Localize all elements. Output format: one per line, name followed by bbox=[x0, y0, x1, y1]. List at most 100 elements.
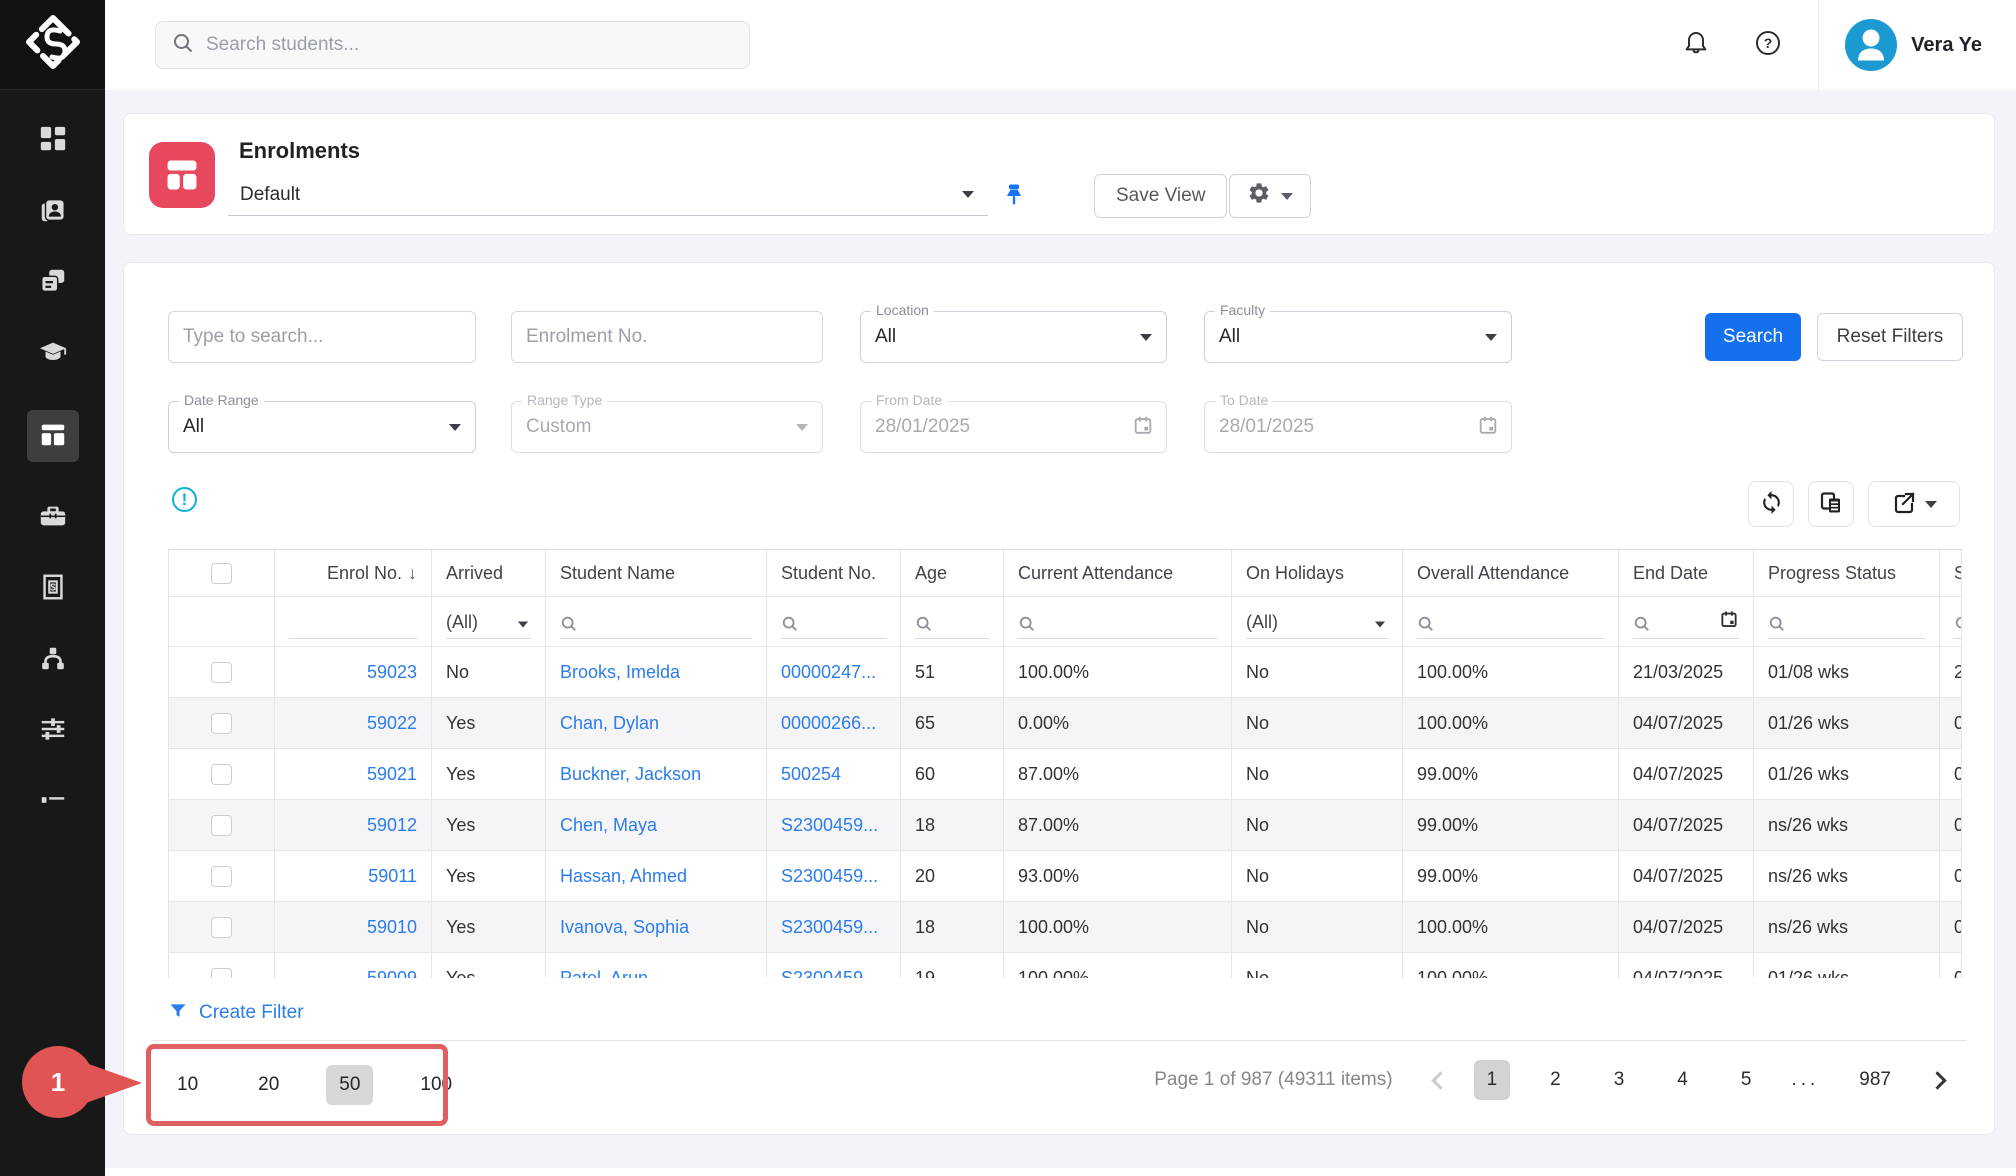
reset-filters-button[interactable]: Reset Filters bbox=[1817, 313, 1963, 361]
calendar-icon[interactable] bbox=[1132, 414, 1154, 441]
previous-page-icon[interactable] bbox=[1431, 1071, 1449, 1089]
page-size-50-selected[interactable]: 50 bbox=[326, 1065, 373, 1105]
progress-status-column-filter[interactable] bbox=[1768, 605, 1925, 639]
table-row[interactable]: 59023 No Brooks, Imelda 00000247... 51 1… bbox=[169, 647, 1962, 698]
col-student-no[interactable]: Student No. bbox=[767, 550, 901, 596]
col-arrived[interactable]: Arrived bbox=[432, 550, 546, 596]
student-no-link[interactable]: S2300459... bbox=[781, 866, 878, 887]
page-size-20[interactable]: 20 bbox=[245, 1065, 292, 1105]
enrol-no-link[interactable]: 59009 bbox=[367, 968, 417, 979]
help-button[interactable]: ? bbox=[1746, 23, 1790, 67]
age-column-filter[interactable] bbox=[915, 605, 989, 639]
row-checkbox[interactable] bbox=[211, 866, 232, 887]
student-name-link[interactable]: Buckner, Jackson bbox=[560, 764, 701, 785]
global-search-input[interactable]: Search students... bbox=[155, 21, 750, 69]
table-row[interactable]: 59011 Yes Hassan, Ahmed S2300459... 20 9… bbox=[169, 851, 1962, 902]
student-name-link[interactable]: Brooks, Imelda bbox=[560, 662, 680, 683]
student-name-column-filter[interactable] bbox=[560, 605, 752, 639]
enrol-no-link[interactable]: 59023 bbox=[367, 662, 417, 683]
row-checkbox[interactable] bbox=[211, 662, 232, 683]
sidebar-item-courses[interactable] bbox=[38, 339, 68, 369]
sidebar-item-pathways[interactable] bbox=[38, 645, 68, 675]
table-row[interactable]: 59022 Yes Chan, Dylan 00000266... 65 0.0… bbox=[169, 698, 1962, 749]
page-2[interactable]: 2 bbox=[1537, 1060, 1574, 1100]
student-name-link[interactable]: Patel, Arun bbox=[560, 968, 648, 979]
end-date-column-filter[interactable] bbox=[1633, 605, 1739, 639]
from-date-input[interactable]: From Date 28/01/2025 bbox=[860, 401, 1167, 453]
student-name-link[interactable]: Ivanova, Sophia bbox=[560, 917, 689, 938]
page-size-100[interactable]: 100 bbox=[407, 1065, 465, 1105]
sidebar-item-enrolments-active[interactable] bbox=[27, 410, 79, 462]
info-icon[interactable]: ! bbox=[172, 487, 197, 512]
table-row[interactable]: 59009 Yes Patel, Arun S2300459... 19 100… bbox=[169, 953, 1962, 978]
page-4[interactable]: 4 bbox=[1664, 1060, 1701, 1100]
create-filter-link[interactable]: Create Filter bbox=[199, 1002, 304, 1024]
student-no-link[interactable]: S2300459... bbox=[781, 968, 878, 979]
row-checkbox[interactable] bbox=[211, 815, 232, 836]
user-name[interactable]: Vera Ye bbox=[1911, 34, 1982, 57]
enrol-no-link[interactable]: 59022 bbox=[367, 713, 417, 734]
enrol-no-link[interactable]: 59012 bbox=[367, 815, 417, 836]
enrol-no-link[interactable]: 59010 bbox=[367, 917, 417, 938]
enrol-no-link[interactable]: 59021 bbox=[367, 764, 417, 785]
sidebar-item-contacts[interactable] bbox=[38, 197, 68, 227]
current-attendance-column-filter[interactable] bbox=[1018, 605, 1217, 639]
enrol-no-link[interactable]: 59011 bbox=[368, 866, 417, 887]
student-no-link[interactable]: S2300459... bbox=[781, 917, 878, 938]
row-checkbox[interactable] bbox=[211, 764, 232, 785]
enrol-no-column-filter[interactable] bbox=[289, 605, 417, 639]
row-checkbox[interactable] bbox=[211, 917, 232, 938]
search-button[interactable]: Search bbox=[1705, 313, 1801, 361]
select-all-checkbox[interactable] bbox=[211, 563, 232, 584]
to-date-input[interactable]: To Date 28/01/2025 bbox=[1204, 401, 1512, 453]
student-no-link[interactable]: S2300459... bbox=[781, 815, 878, 836]
col-age[interactable]: Age bbox=[901, 550, 1004, 596]
overall-attendance-column-filter[interactable] bbox=[1417, 605, 1604, 639]
enrolment-no-input[interactable]: Enrolment No. bbox=[511, 311, 823, 363]
truncated-column-filter[interactable] bbox=[1954, 605, 1962, 639]
page-5[interactable]: 5 bbox=[1728, 1060, 1765, 1100]
sidebar-item-documents[interactable] bbox=[38, 268, 68, 298]
page-last[interactable]: 987 bbox=[1846, 1060, 1904, 1100]
student-name-link[interactable]: Hassan, Ahmed bbox=[560, 866, 687, 887]
refresh-button[interactable] bbox=[1748, 481, 1794, 527]
table-row[interactable]: 59021 Yes Buckner, Jackson 500254 60 87.… bbox=[169, 749, 1962, 800]
app-logo[interactable] bbox=[0, 0, 105, 90]
arrived-column-filter[interactable]: (All) bbox=[446, 605, 531, 639]
table-row[interactable]: 59012 Yes Chen, Maya S2300459... 18 87.0… bbox=[169, 800, 1962, 851]
save-view-button[interactable]: Save View bbox=[1094, 174, 1227, 218]
notifications-button[interactable] bbox=[1674, 23, 1718, 67]
table-row[interactable]: 59010 Yes Ivanova, Sophia S2300459... 18… bbox=[169, 902, 1962, 953]
col-truncated[interactable]: S bbox=[1940, 550, 1962, 596]
calendar-icon[interactable] bbox=[1719, 609, 1739, 634]
page-1-current[interactable]: 1 bbox=[1474, 1060, 1511, 1100]
quick-search-input[interactable]: Type to search... bbox=[168, 311, 476, 363]
next-page-icon[interactable] bbox=[1928, 1071, 1946, 1089]
column-chooser-button[interactable] bbox=[1808, 481, 1854, 527]
on-holidays-column-filter[interactable]: (All) bbox=[1246, 605, 1388, 639]
view-settings-button[interactable] bbox=[1229, 174, 1311, 218]
range-type-dropdown[interactable]: Range Type Custom bbox=[511, 401, 823, 453]
student-no-link[interactable]: 00000266... bbox=[781, 713, 876, 734]
export-button[interactable] bbox=[1868, 481, 1960, 527]
col-progress-status[interactable]: Progress Status bbox=[1754, 550, 1940, 596]
sidebar-item-settings[interactable] bbox=[38, 716, 68, 746]
row-checkbox[interactable] bbox=[211, 713, 232, 734]
view-selector-dropdown[interactable]: Default bbox=[228, 174, 988, 216]
page-3[interactable]: 3 bbox=[1601, 1060, 1638, 1100]
pin-view-button[interactable] bbox=[1001, 182, 1027, 213]
calendar-icon[interactable] bbox=[1477, 414, 1499, 441]
sidebar-item-staff[interactable] bbox=[38, 503, 68, 533]
col-enrol-no[interactable]: Enrol No.↓ bbox=[275, 550, 432, 596]
sidebar-item-truncated[interactable] bbox=[38, 787, 68, 817]
date-range-dropdown[interactable]: Date Range All bbox=[168, 401, 476, 453]
student-name-link[interactable]: Chan, Dylan bbox=[560, 713, 659, 734]
col-on-holidays[interactable]: On Holidays bbox=[1232, 550, 1403, 596]
col-overall-attendance[interactable]: Overall Attendance bbox=[1403, 550, 1619, 596]
col-current-attendance[interactable]: Current Attendance bbox=[1004, 550, 1232, 596]
student-no-column-filter[interactable] bbox=[781, 605, 886, 639]
row-checkbox[interactable] bbox=[211, 968, 232, 979]
sidebar-item-dashboard[interactable] bbox=[38, 126, 68, 156]
student-no-link[interactable]: 00000247... bbox=[781, 662, 876, 683]
col-student-name[interactable]: Student Name bbox=[546, 550, 767, 596]
